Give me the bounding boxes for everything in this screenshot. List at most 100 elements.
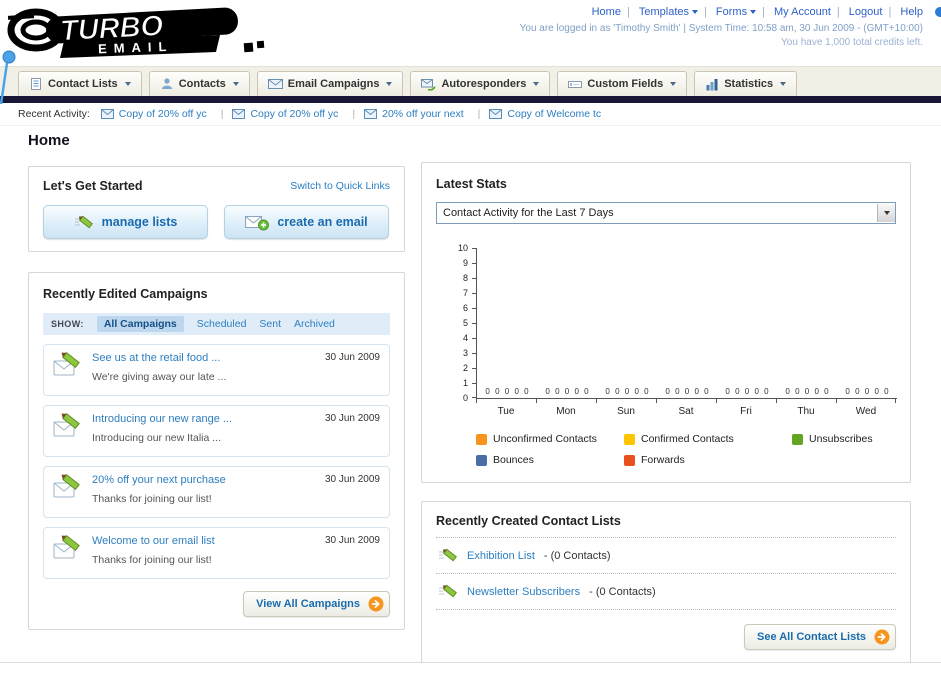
contact-list-item: Newsletter Subscribers - (0 Contacts) (436, 574, 896, 610)
campaign-list-item: Welcome to our email list Thanks for joi… (43, 527, 390, 579)
chart-y-axis: 10 9 8 7 6 5 4 3 2 1 0 (454, 244, 476, 403)
chart-legend: Unconfirmed Contacts Confirmed Contacts … (476, 433, 896, 466)
header-right: Home | Templates | Forms | My Account | Logo… (520, 6, 923, 48)
switch-quick-links-link[interactable]: Switch to Quick Links (290, 180, 390, 192)
contact-list-link[interactable]: Newsletter Subscribers (467, 586, 580, 598)
filter-all-campaigns[interactable]: All Campaigns (96, 316, 184, 332)
campaign-list-item: Introducing our new range ... Introducin… (43, 405, 390, 457)
header-link-templates[interactable]: Templates (639, 6, 698, 18)
recent-activity-bar: Recent Activity: Copy of 20% off yc Copy… (0, 103, 941, 126)
tab-email-campaigns[interactable]: Email Campaigns (256, 71, 404, 96)
campaign-date: 30 Jun 2009 (324, 413, 380, 424)
dropdown-arrow-button[interactable] (877, 204, 895, 222)
pencil-icon (439, 548, 457, 562)
campaign-title-link[interactable]: 20% off your next purchase (92, 474, 226, 486)
logo-text-bottom: EMAIL (98, 39, 174, 57)
campaign-title-link[interactable]: Introducing our new range ... (92, 413, 232, 425)
tab-autoresponders[interactable]: Autoresponders (410, 71, 551, 96)
pencil-icon (74, 215, 93, 229)
tab-custom-fields[interactable]: Custom Fields (557, 71, 688, 96)
envelope-icon (232, 109, 246, 119)
stats-period-dropdown[interactable]: Contact Activity for the Last 7 Days (436, 202, 896, 224)
contact-list-link[interactable]: Exhibition List (467, 550, 535, 562)
new-email-icon (245, 215, 270, 230)
get-started-panel: Let's Get Started Switch to Quick Links … (28, 166, 405, 252)
filter-sent[interactable]: Sent (259, 318, 281, 330)
credits-note: You have 1,000 total credits left. (781, 37, 923, 48)
campaign-date: 30 Jun 2009 (324, 352, 380, 363)
chevron-down-icon (883, 211, 890, 215)
filter-scheduled[interactable]: Scheduled (197, 318, 247, 330)
legend-swatch (624, 433, 635, 445)
campaign-subtitle: Introducing our new Italia ... (92, 432, 221, 444)
contact-list-item: Exhibition List - (0 Contacts) (436, 538, 896, 574)
header-link-forms[interactable]: Forms (716, 6, 757, 18)
campaign-edit-icon (53, 535, 80, 559)
recent-activity-item: Copy of Welcome tc (489, 108, 601, 120)
decorative-callout (0, 50, 16, 105)
recent-activity-label: Recent Activity: (18, 108, 90, 120)
create-email-button[interactable]: create an email (224, 205, 389, 239)
app-window: TURBO EMAIL Home | Templates | Forms | My A… (0, 0, 941, 683)
campaign-list-item: See us at the retail food ... We're givi… (43, 344, 390, 396)
autoresponders-icon (421, 78, 437, 91)
campaign-date: 30 Jun 2009 (324, 474, 380, 485)
campaign-list-item: 20% off your next purchase Thanks for jo… (43, 466, 390, 518)
tab-statistics[interactable]: Statistics (694, 71, 798, 96)
recent-activity-item: Copy of 20% off yc (232, 108, 364, 120)
manage-lists-button[interactable]: manage lists (43, 205, 208, 239)
campaign-date: 30 Jun 2009 (324, 535, 380, 546)
campaign-edit-icon (53, 352, 80, 376)
footer-divider (0, 662, 941, 663)
show-label: SHOW: (51, 319, 84, 329)
tab-contact-lists[interactable]: Contact Lists (18, 71, 142, 96)
chevron-down-icon (124, 82, 131, 86)
filter-archived[interactable]: Archived (294, 318, 335, 330)
arrow-right-icon (874, 629, 890, 645)
legend-swatch (792, 433, 803, 445)
chart-x-ticks (476, 399, 896, 403)
chevron-down-icon (780, 82, 787, 86)
tab-contacts[interactable]: Contacts (148, 71, 250, 96)
get-started-title: Let's Get Started (43, 179, 143, 193)
chevron-down-icon (750, 10, 757, 14)
header-link-my-account[interactable]: My Account (774, 6, 831, 18)
campaign-subtitle: Thanks for joining our list! (92, 554, 212, 566)
legend-swatch (476, 454, 487, 466)
campaign-edit-icon (53, 413, 80, 437)
email-campaigns-icon (267, 79, 283, 89)
page-title: Home (28, 132, 70, 149)
login-status: You are logged in as 'Timothy Smith' | S… (519, 23, 923, 34)
recent-activity-link[interactable]: Copy of 20% off yc (119, 108, 207, 120)
contact-lists-panel: Recently Created Contact Lists Exhibitio… (421, 501, 911, 663)
campaign-title-link[interactable]: Welcome to our email list (92, 535, 215, 547)
recent-activity-link[interactable]: Copy of 20% off yc (250, 108, 338, 120)
campaign-subtitle: Thanks for joining our list! (92, 493, 212, 505)
legend-item: Bounces (476, 454, 624, 466)
recent-activity-item: Copy of 20% off yc (100, 108, 233, 120)
header-link-help[interactable]: Help (900, 6, 923, 18)
logo-graphic: TURBO EMAIL (7, 7, 265, 58)
header-link-home[interactable]: Home (592, 6, 621, 18)
campaign-title-link[interactable]: See us at the retail food ... (92, 352, 226, 364)
chevron-down-icon (670, 82, 677, 86)
latest-stats-title: Latest Stats (436, 177, 507, 191)
recent-activity-link[interactable]: Copy of Welcome tc (507, 108, 601, 120)
campaigns-panel: Recently Edited Campaigns SHOW: All Camp… (28, 272, 405, 630)
see-all-contact-lists-button[interactable]: See All Contact Lists (743, 624, 896, 650)
view-all-campaigns-button[interactable]: View All Campaigns (243, 591, 390, 617)
campaigns-title: Recently Edited Campaigns (43, 287, 208, 301)
chart-plot-area: 0 0 0 0 0 0 0 0 0 0 0 0 0 0 0 0 0 0 0 0 … (476, 248, 897, 399)
main-nav: Contact Lists Contacts Email Campaigns A… (0, 66, 941, 96)
pencil-icon (439, 584, 457, 598)
campaign-filter-bar: SHOW: All Campaigns Scheduled Sent Archi… (43, 313, 390, 335)
latest-stats-panel: Latest Stats Contact Activity for the La… (421, 162, 911, 483)
legend-item: Forwards (624, 454, 792, 466)
recent-activity-item: 20% off your next (364, 108, 489, 120)
header-link-logout[interactable]: Logout (849, 6, 883, 18)
recent-activity-link[interactable]: 20% off your next (382, 108, 464, 120)
contact-list-count: - (0 Contacts) (589, 585, 656, 598)
legend-item: Unsubscribes (792, 433, 896, 445)
envelope-icon (489, 109, 503, 119)
turbo-email-logo: TURBO EMAIL (6, 3, 274, 66)
